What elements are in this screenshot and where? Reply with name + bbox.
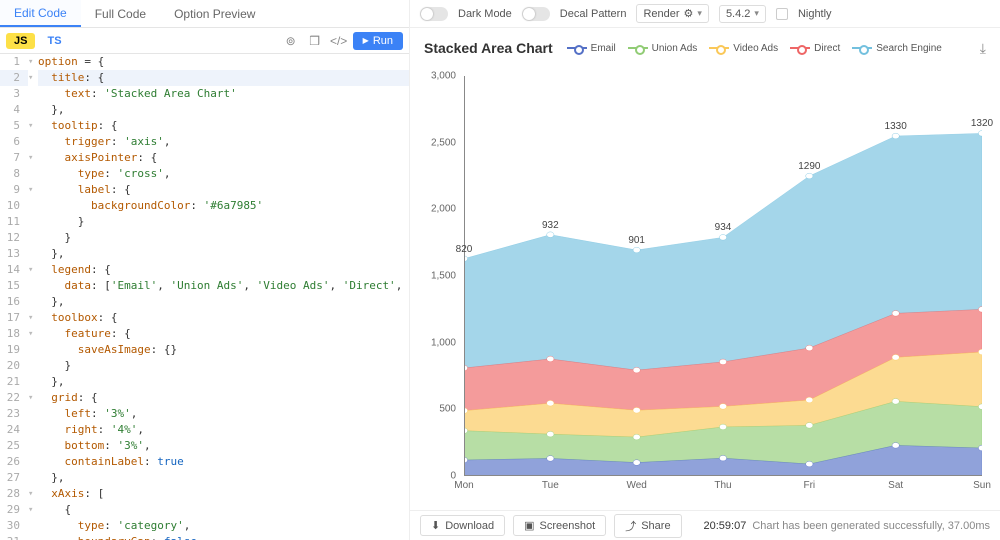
share-button[interactable]: ⤴Share [614, 514, 681, 538]
code-editor[interactable]: 1▾option = {2▾ title: {3 text: 'Stacked … [0, 54, 409, 540]
code-icon[interactable]: </> [329, 31, 349, 51]
decal-toggle[interactable] [522, 7, 550, 21]
format-icon[interactable]: ⊚ [281, 31, 301, 51]
data-label: 820 [456, 244, 473, 255]
gear-icon: ⚙ [684, 7, 694, 20]
bottom-bar: ⬇Download ▣Screenshot ⤴Share 20:59:07Cha… [410, 510, 1000, 540]
version-select[interactable]: 5.4.2 [719, 5, 766, 23]
save-image-icon[interactable]: ⤓ [980, 40, 986, 57]
dark-mode-toggle[interactable] [420, 7, 448, 21]
screenshot-button[interactable]: ▣Screenshot [513, 515, 606, 536]
legend-item[interactable]: Video Ads [709, 43, 778, 54]
chart-title: Stacked Area Chart [424, 40, 553, 56]
share-icon: ⤴ [625, 518, 636, 534]
x-tick: Wed [626, 480, 646, 491]
camera-icon: ▣ [524, 519, 534, 532]
data-label: 901 [628, 235, 645, 246]
x-axis-line [464, 475, 982, 476]
y-axis-line [464, 76, 465, 476]
x-tick: Mon [454, 480, 473, 491]
tab-full-code[interactable]: Full Code [81, 0, 160, 27]
language-bar: JS TS ⊚ ❒ </> Run [0, 28, 409, 54]
y-tick: 2,500 [431, 137, 456, 148]
legend-item[interactable]: Search Engine [852, 43, 942, 54]
y-axis: 05001,0001,5002,0002,5003,000 [424, 76, 460, 476]
data-label: 1320 [971, 118, 993, 129]
run-button[interactable]: Run [353, 32, 403, 50]
plot-area[interactable]: 820932901934129013301320 [464, 76, 982, 476]
data-label: 1330 [885, 121, 907, 132]
x-tick: Sat [888, 480, 903, 491]
status-text: 20:59:07Chart has been generated success… [704, 520, 990, 532]
x-tick: Sun [973, 480, 991, 491]
download-icon: ⬇ [431, 519, 440, 532]
data-label: 932 [542, 220, 559, 231]
lang-js-button[interactable]: JS [6, 33, 35, 49]
legend-item[interactable]: Email [567, 43, 616, 54]
left-panel: Edit Code Full Code Option Preview JS TS… [0, 0, 410, 540]
legend-item[interactable]: Direct [790, 43, 840, 54]
cube-icon[interactable]: ❒ [305, 31, 325, 51]
code-tabs: Edit Code Full Code Option Preview [0, 0, 409, 28]
data-label: 934 [715, 222, 732, 233]
y-tick: 500 [439, 404, 456, 415]
tab-option-preview[interactable]: Option Preview [160, 0, 269, 27]
dark-mode-label: Dark Mode [458, 8, 512, 20]
x-tick: Tue [542, 480, 559, 491]
nightly-checkbox[interactable] [776, 8, 788, 20]
x-tick: Thu [714, 480, 731, 491]
y-tick: 1,000 [431, 337, 456, 348]
tab-edit-code[interactable]: Edit Code [0, 0, 81, 27]
x-axis: MonTueWedThuFriSatSun [464, 480, 982, 496]
legend-item[interactable]: Union Ads [628, 43, 698, 54]
y-tick: 2,000 [431, 204, 456, 215]
right-panel: Dark Mode Decal Pattern Render ⚙ 5.4.2 N… [410, 0, 1000, 540]
chart-area: Stacked Area Chart Email Union Ads Video A… [410, 28, 1000, 510]
preview-toolbar: Dark Mode Decal Pattern Render ⚙ 5.4.2 N… [410, 0, 1000, 28]
nightly-label: Nightly [798, 8, 832, 20]
lang-ts-button[interactable]: TS [39, 33, 69, 49]
chart-legend: Email Union Ads Video Ads Direct Search Engi… [567, 43, 942, 54]
x-tick: Fri [803, 480, 815, 491]
decal-label: Decal Pattern [560, 8, 627, 20]
render-select[interactable]: Render ⚙ [636, 4, 708, 23]
y-tick: 3,000 [431, 71, 456, 82]
data-label: 1290 [798, 161, 820, 172]
download-button[interactable]: ⬇Download [420, 515, 505, 536]
y-tick: 1,500 [431, 271, 456, 282]
